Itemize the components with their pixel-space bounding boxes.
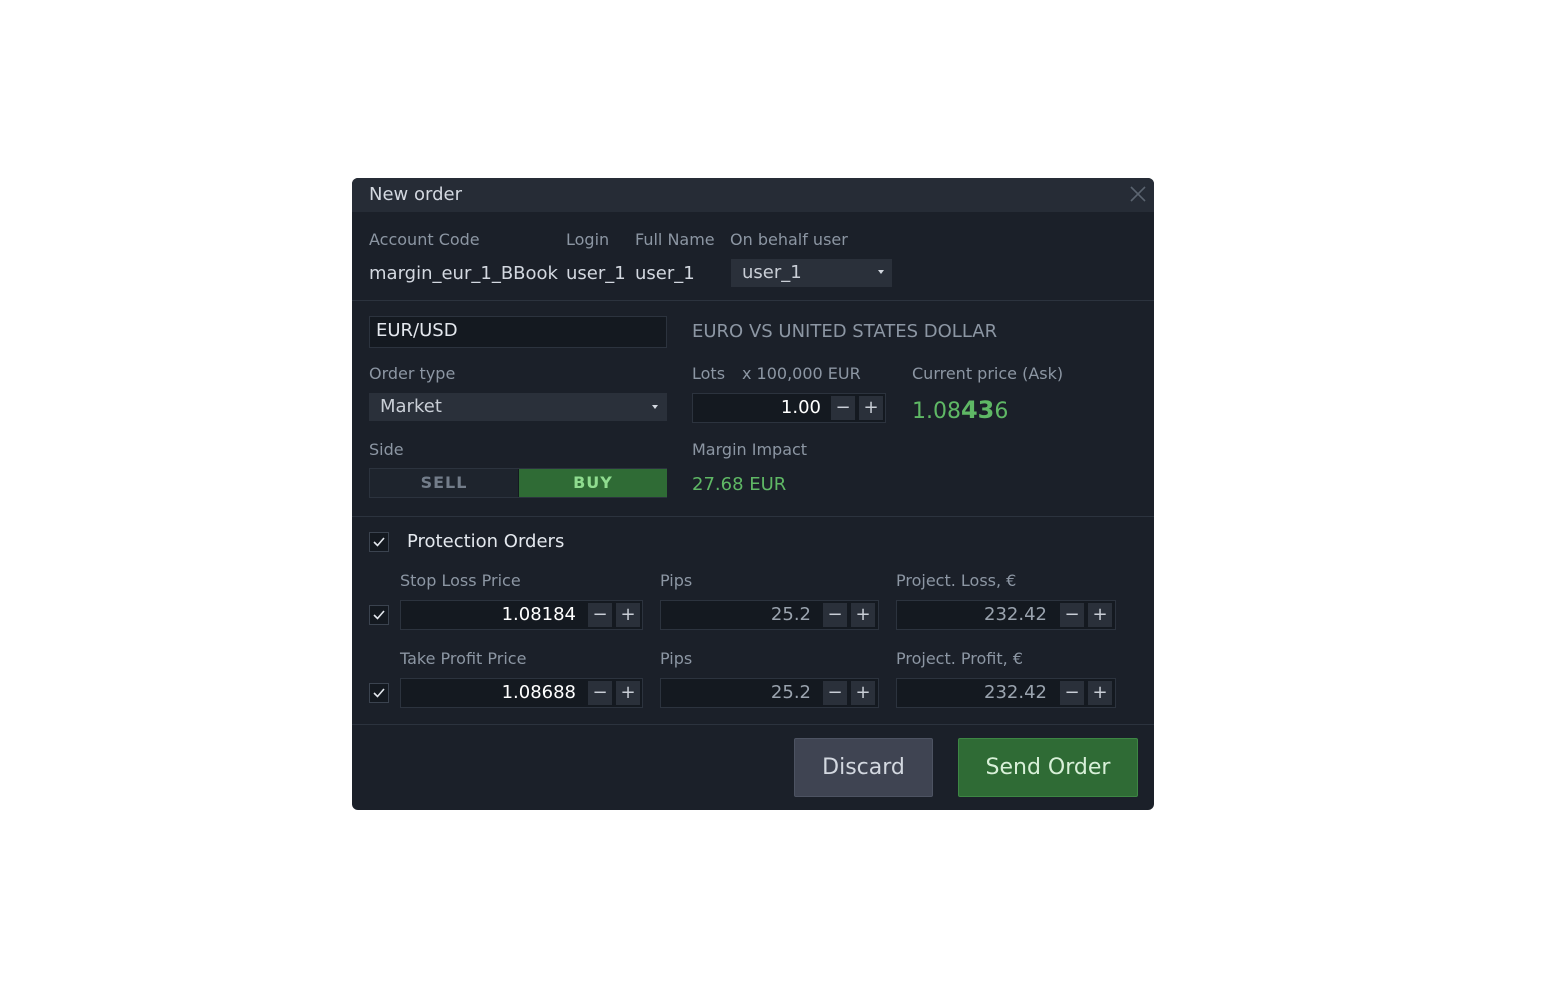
divider bbox=[352, 300, 1154, 301]
margin-impact-label: Margin Impact bbox=[692, 440, 808, 459]
lots-increase-button[interactable]: + bbox=[859, 396, 883, 420]
stop-loss-price-decrease-button[interactable]: − bbox=[588, 603, 612, 627]
take-profit-pips-label: Pips bbox=[660, 649, 693, 668]
divider bbox=[352, 724, 1154, 725]
project-profit-label: Project. Profit, € bbox=[896, 649, 1023, 668]
lots-label: Lots bbox=[692, 364, 726, 383]
stop-loss-pips-stepper[interactable]: 25.2 − + bbox=[660, 600, 879, 630]
take-profit-price-label: Take Profit Price bbox=[400, 649, 527, 668]
take-profit-pips-input[interactable]: 25.2 bbox=[661, 679, 811, 707]
price-suffix: 6 bbox=[994, 399, 1009, 424]
symbol-input[interactable]: EUR/USD bbox=[369, 316, 667, 348]
sell-button[interactable]: SELL bbox=[370, 469, 518, 497]
account-code-label: Account Code bbox=[369, 230, 480, 249]
project-loss-increase-button[interactable]: + bbox=[1088, 603, 1112, 627]
take-profit-price-input[interactable]: 1.08688 bbox=[401, 679, 576, 707]
full-name-value: user_1 bbox=[635, 263, 695, 284]
account-code-value: margin_eur_1_BBook bbox=[369, 263, 558, 284]
stop-loss-pips-input[interactable]: 25.2 bbox=[661, 601, 811, 629]
lots-input[interactable]: 1.00 bbox=[693, 394, 821, 422]
take-profit-price-value: 1.08688 bbox=[501, 682, 576, 703]
stop-loss-checkbox[interactable] bbox=[369, 605, 389, 625]
on-behalf-user-select[interactable]: user_1 bbox=[731, 259, 892, 287]
login-value: user_1 bbox=[566, 263, 626, 284]
close-icon[interactable] bbox=[1128, 184, 1148, 204]
side-label: Side bbox=[369, 440, 404, 459]
instrument-description: EURO VS UNITED STATES DOLLAR bbox=[692, 321, 998, 342]
checkmark-icon bbox=[373, 688, 385, 698]
protection-orders-checkbox[interactable] bbox=[369, 532, 389, 552]
take-profit-price-increase-button[interactable]: + bbox=[616, 681, 640, 705]
chevron-down-icon bbox=[652, 405, 658, 409]
take-profit-checkbox[interactable] bbox=[369, 683, 389, 703]
stop-loss-pips-label: Pips bbox=[660, 571, 693, 590]
project-loss-input[interactable]: 232.42 bbox=[897, 601, 1047, 629]
project-profit-value: 232.42 bbox=[984, 682, 1047, 703]
stop-loss-price-label: Stop Loss Price bbox=[400, 571, 521, 590]
project-profit-stepper[interactable]: 232.42 − + bbox=[896, 678, 1116, 708]
stop-loss-pips-decrease-button[interactable]: − bbox=[823, 603, 847, 627]
login-label: Login bbox=[566, 230, 610, 249]
stop-loss-price-input[interactable]: 1.08184 bbox=[401, 601, 576, 629]
project-loss-stepper[interactable]: 232.42 − + bbox=[896, 600, 1116, 630]
chevron-down-icon bbox=[878, 270, 884, 274]
symbol-value: EUR/USD bbox=[376, 320, 458, 341]
lots-value: 1.00 bbox=[780, 397, 821, 418]
lots-decrease-button[interactable]: − bbox=[831, 396, 855, 420]
dialog-title: New order bbox=[369, 184, 462, 205]
divider bbox=[352, 516, 1154, 517]
project-profit-decrease-button[interactable]: − bbox=[1060, 681, 1084, 705]
take-profit-pips-stepper[interactable]: 25.2 − + bbox=[660, 678, 879, 708]
project-loss-decrease-button[interactable]: − bbox=[1060, 603, 1084, 627]
lots-unit: x 100,000 EUR bbox=[742, 364, 861, 383]
current-price-value: 1.08436 bbox=[912, 396, 1008, 424]
stop-loss-price-value: 1.08184 bbox=[501, 604, 576, 625]
discard-button[interactable]: Discard bbox=[794, 738, 933, 797]
take-profit-price-decrease-button[interactable]: − bbox=[588, 681, 612, 705]
price-prefix: 1.08 bbox=[912, 399, 961, 424]
stop-loss-price-stepper[interactable]: 1.08184 − + bbox=[400, 600, 643, 630]
order-type-select[interactable]: Market bbox=[369, 393, 667, 421]
buy-button[interactable]: BUY bbox=[519, 469, 667, 497]
order-type-label: Order type bbox=[369, 364, 456, 383]
stop-loss-price-increase-button[interactable]: + bbox=[616, 603, 640, 627]
on-behalf-label: On behalf user bbox=[730, 230, 848, 249]
margin-impact-value: 27.68 EUR bbox=[692, 474, 787, 495]
stop-loss-pips-value: 25.2 bbox=[770, 604, 811, 625]
lots-stepper[interactable]: 1.00 − + bbox=[692, 393, 886, 423]
checkmark-icon bbox=[373, 610, 385, 620]
price-pips: 43 bbox=[960, 396, 995, 424]
full-name-label: Full Name bbox=[635, 230, 715, 249]
take-profit-price-stepper[interactable]: 1.08688 − + bbox=[400, 678, 643, 708]
send-order-button[interactable]: Send Order bbox=[958, 738, 1138, 797]
project-profit-increase-button[interactable]: + bbox=[1088, 681, 1112, 705]
stop-loss-pips-increase-button[interactable]: + bbox=[851, 603, 875, 627]
protection-orders-title: Protection Orders bbox=[407, 531, 565, 552]
new-order-dialog: New order Account Code margin_eur_1_BBoo… bbox=[352, 178, 1154, 810]
project-loss-label: Project. Loss, € bbox=[896, 571, 1017, 590]
order-type-value: Market bbox=[380, 396, 442, 417]
on-behalf-user-value: user_1 bbox=[742, 262, 802, 283]
dialog-titlebar[interactable]: New order bbox=[352, 178, 1154, 212]
take-profit-pips-value: 25.2 bbox=[770, 682, 811, 703]
take-profit-pips-increase-button[interactable]: + bbox=[851, 681, 875, 705]
side-toggle: SELL BUY bbox=[369, 468, 667, 498]
current-price-label: Current price (Ask) bbox=[912, 364, 1064, 383]
take-profit-pips-decrease-button[interactable]: − bbox=[823, 681, 847, 705]
checkmark-icon bbox=[373, 537, 385, 547]
project-loss-value: 232.42 bbox=[984, 604, 1047, 625]
project-profit-input[interactable]: 232.42 bbox=[897, 679, 1047, 707]
